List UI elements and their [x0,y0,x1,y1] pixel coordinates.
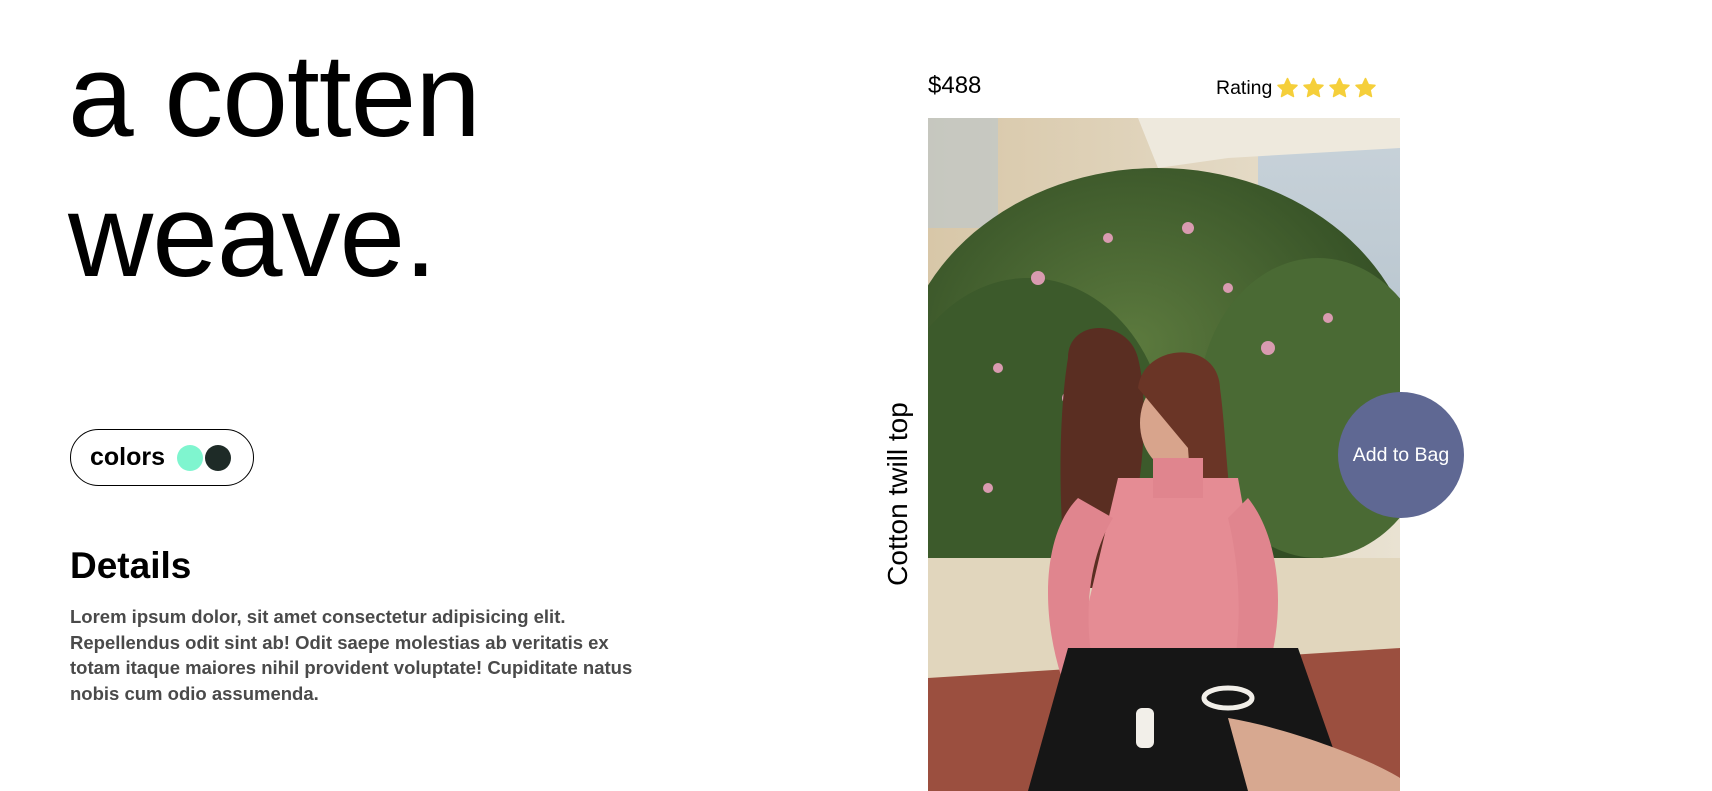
product-photo-illustration [928,118,1400,791]
product-rating: Rating [1216,76,1378,100]
add-to-bag-button[interactable]: Add to Bag [1338,392,1464,518]
rating-label: Rating [1216,76,1273,99]
colors-label: colors [90,443,166,471]
details-description: Lorem ipsum dolor, sit amet consectetur … [70,606,633,704]
details-heading: Details [70,545,192,586]
product-name: Cotton twill top [882,402,913,586]
star-icon [1277,77,1299,98]
hero-title-line-1: a cotten [68,30,481,162]
star-icon [1329,77,1351,98]
product-price: $488 [928,72,982,99]
product-photo [928,118,1400,791]
hero-title: a cotten weave. [68,26,481,306]
star-icon [1303,77,1325,98]
hero-title-line-2: weave. [68,170,437,302]
color-swatch-dark-green[interactable] [205,444,232,471]
colors-selector: colors [70,429,254,486]
color-swatch-mint[interactable] [177,444,204,471]
star-icon [1355,77,1377,98]
